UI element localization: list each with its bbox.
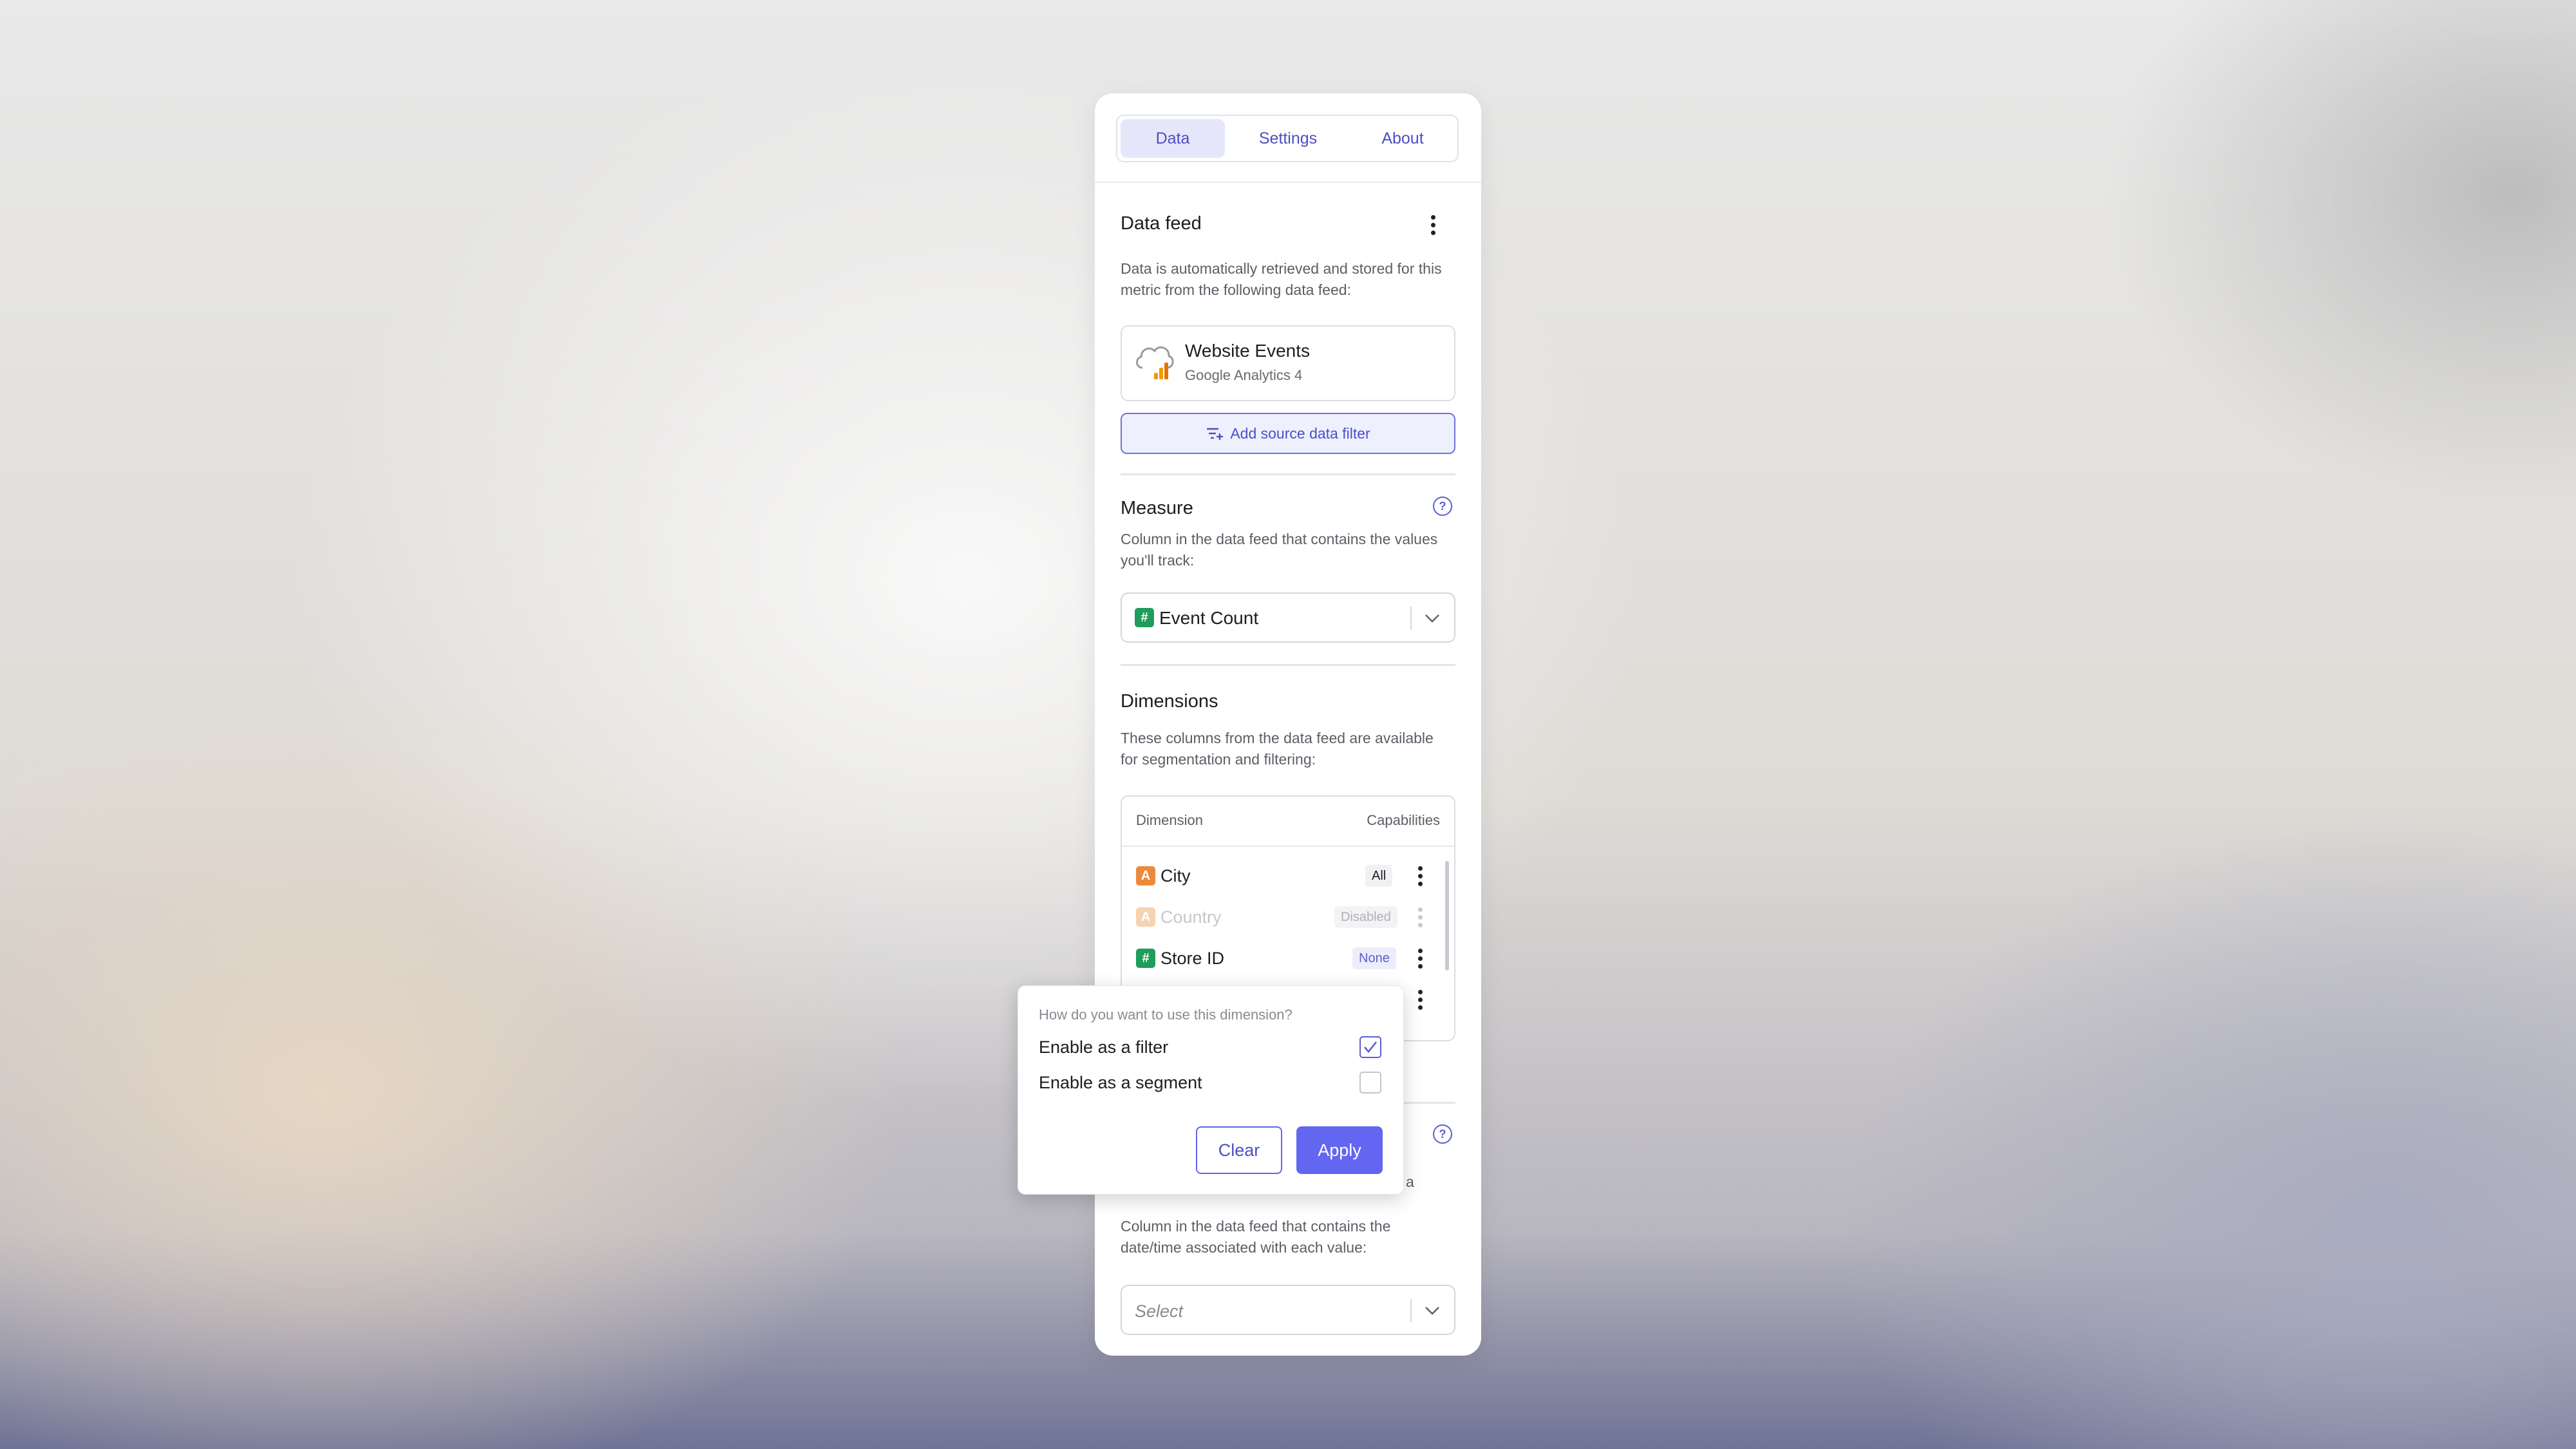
data-source-card[interactable]: Website Events Google Analytics 4 (1121, 325, 1455, 401)
row-more-icon[interactable] (1410, 903, 1430, 931)
dimension-name: Store ID (1160, 949, 1225, 968)
section-divider (1121, 664, 1455, 666)
capability-badge: Disabled (1334, 906, 1397, 928)
data-feed-title: Data feed (1121, 213, 1202, 234)
tab-about[interactable]: About (1350, 119, 1455, 158)
column-header-capabilities: Capabilities (1367, 812, 1440, 828)
measure-title: Measure (1121, 498, 1193, 518)
checkmark-icon (1364, 1041, 1378, 1054)
tab-bar: Data Settings About (1116, 115, 1459, 162)
clear-button[interactable]: Clear (1196, 1126, 1282, 1174)
data-source-provider: Google Analytics 4 (1185, 367, 1303, 383)
measure-description: Column in the data feed that contains th… (1121, 531, 1438, 569)
dimension-usage-popover: How do you want to use this dimension? E… (1018, 985, 1404, 1195)
enable-segment-checkbox[interactable] (1359, 1072, 1381, 1094)
select-separator (1410, 1299, 1412, 1322)
add-source-filter-label: Add source data filter (1230, 424, 1370, 442)
apply-button[interactable]: Apply (1296, 1126, 1383, 1174)
capability-badge: All (1365, 865, 1393, 887)
date-help-icon[interactable]: ? (1433, 1124, 1452, 1144)
capability-badge: None (1352, 947, 1396, 969)
date-select[interactable]: Select (1121, 1285, 1455, 1335)
enable-segment-label: Enable as a segment (1039, 1073, 1202, 1092)
measure-help-icon[interactable]: ? (1433, 497, 1452, 516)
numeric-type-icon: # (1135, 608, 1154, 627)
chevron-down-icon (1425, 1307, 1439, 1315)
chevron-down-icon (1425, 614, 1439, 623)
enable-filter-label: Enable as a filter (1039, 1037, 1169, 1057)
dimensions-title: Dimensions (1121, 691, 1218, 712)
select-separator (1410, 607, 1412, 630)
text-type-icon: A (1136, 907, 1155, 927)
data-feed-more-icon[interactable] (1423, 211, 1443, 239)
tab-settings[interactable]: Settings (1236, 119, 1340, 158)
date-partial-text: a (1406, 1173, 1414, 1190)
filter-add-icon (1207, 428, 1224, 440)
dimension-name: City (1160, 866, 1191, 886)
row-more-icon[interactable] (1410, 985, 1430, 1014)
section-divider (1121, 473, 1455, 475)
cloud-analytics-icon (1136, 346, 1174, 379)
row-more-icon[interactable] (1410, 944, 1430, 972)
popover-question: How do you want to use this dimension? (1039, 1007, 1293, 1023)
date-select-placeholder: Select (1135, 1302, 1184, 1321)
enable-filter-checkbox[interactable] (1359, 1036, 1381, 1058)
text-type-icon: A (1136, 866, 1155, 886)
table-header: Dimension Capabilities (1122, 797, 1454, 847)
data-feed-description: Data is automatically retrieved and stor… (1121, 260, 1442, 298)
measure-selected-value: Event Count (1159, 608, 1259, 628)
numeric-type-icon: # (1136, 949, 1155, 968)
row-more-icon[interactable] (1410, 862, 1430, 890)
measure-select[interactable]: # Event Count (1121, 592, 1455, 643)
dimensions-description: These columns from the data feed are ava… (1121, 730, 1434, 768)
date-description: Column in the data feed that contains th… (1121, 1218, 1391, 1256)
tab-divider (1095, 182, 1481, 183)
add-source-filter-button[interactable]: Add source data filter (1121, 413, 1455, 454)
dimension-name: Country (1160, 907, 1222, 927)
column-header-dimension: Dimension (1136, 812, 1203, 828)
data-source-name: Website Events (1185, 341, 1311, 361)
table-scrollbar[interactable] (1445, 861, 1449, 971)
tab-data[interactable]: Data (1121, 119, 1225, 158)
